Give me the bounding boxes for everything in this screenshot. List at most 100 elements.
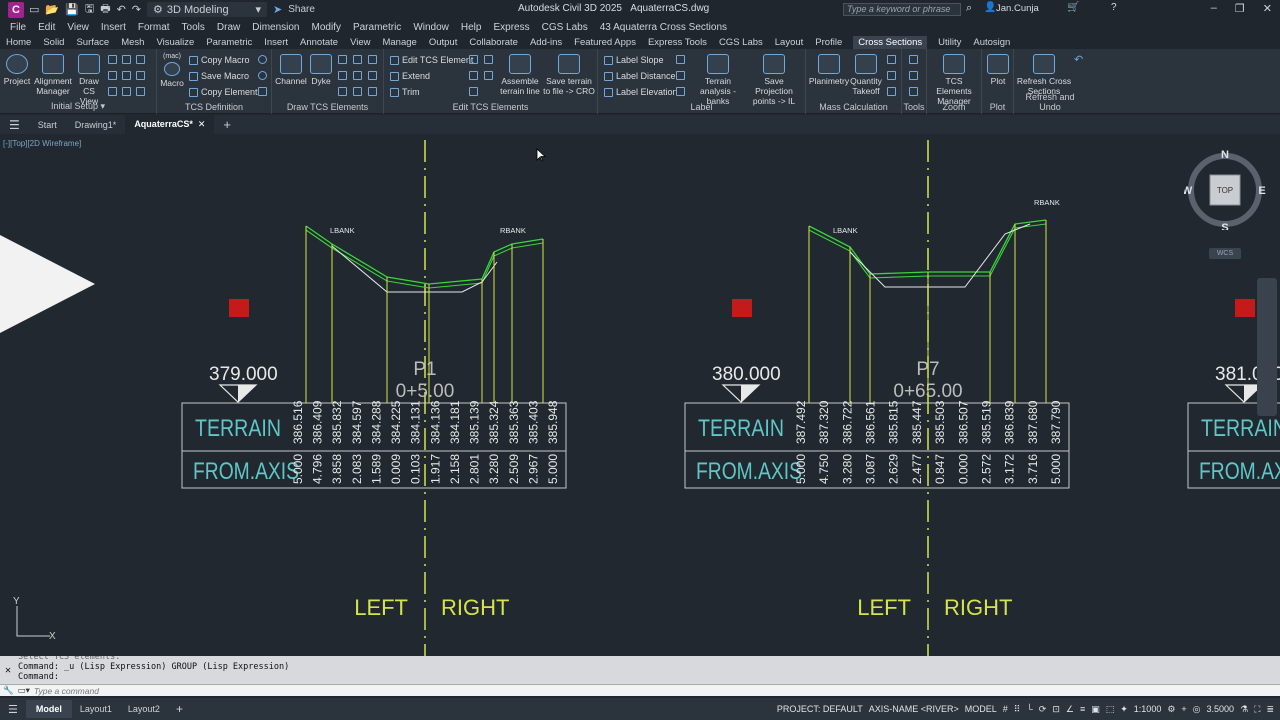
grid-icon[interactable] — [136, 71, 145, 80]
menu-item[interactable]: File — [10, 22, 26, 33]
tool-icon[interactable] — [909, 55, 918, 64]
transparency-icon[interactable]: ▣ — [1091, 704, 1100, 715]
tool-icon[interactable] — [469, 55, 478, 64]
menu-item[interactable]: Tools — [182, 22, 205, 33]
tool-icon[interactable] — [469, 71, 478, 80]
help-icon[interactable]: ? — [1111, 2, 1117, 13]
restore-icon[interactable]: ❐ — [1235, 2, 1245, 15]
menu-item[interactable]: View — [67, 22, 89, 33]
ribbon-tab[interactable]: CGS Labs — [718, 37, 764, 48]
drawing-canvas[interactable]: TERRAIN FROM.AXIS 379.000 P1 0+5.00 386.516 5.… — [0, 134, 1280, 656]
share-button[interactable]: Share — [288, 4, 315, 15]
close-icon[interactable]: ✕ — [198, 119, 206, 129]
ribbon-tab[interactable]: Layout — [774, 37, 805, 48]
tab-model[interactable]: Model — [25, 700, 72, 718]
drawing-svg[interactable]: TERRAIN FROM.AXIS 379.000 P10+5.00 386.516 5.… — [0, 134, 1280, 656]
workspace-selector[interactable]: ⚙ 3D Modeling ▾ — [147, 2, 268, 17]
save-projection-button[interactable]: Save Projection points -> IL — [746, 54, 802, 106]
ribbon-tab[interactable]: Collaborate — [468, 37, 519, 48]
plot-button[interactable]: Plot — [985, 54, 1011, 86]
menu-item[interactable]: Express — [493, 22, 529, 33]
wrench-icon[interactable]: 🔧 — [3, 685, 14, 696]
ortho-icon[interactable]: └ — [1026, 704, 1032, 714]
tool-icon[interactable] — [909, 71, 918, 80]
grid-icon[interactable] — [338, 71, 347, 80]
grid-icon[interactable] — [136, 87, 145, 96]
viewcube[interactable]: TOP N S W E — [1184, 148, 1266, 230]
undo-icon[interactable]: ↶ — [117, 3, 126, 16]
app-logo[interactable]: C — [8, 1, 24, 18]
ribbon-tab[interactable]: Add-ins — [529, 37, 563, 48]
ribbon-tab[interactable]: Solid — [42, 37, 65, 48]
cart-icon[interactable]: 🛒 — [1067, 2, 1079, 13]
grid-icon[interactable]: # — [1003, 704, 1008, 714]
extend-button[interactable]: Extend — [390, 71, 430, 81]
model-space-button[interactable]: MODEL — [965, 704, 997, 714]
copy-element-button[interactable]: Copy Element — [189, 87, 258, 97]
tool-icon[interactable] — [676, 55, 685, 64]
units-value[interactable]: 3.5000 — [1207, 704, 1235, 714]
hardware-icon[interactable]: ⚗ — [1240, 704, 1248, 715]
grid-icon[interactable] — [353, 71, 362, 80]
new-tab-icon[interactable]: + — [214, 117, 240, 132]
tab-aquaterracs[interactable]: AquaterraCS* ✕ — [125, 115, 215, 134]
grid-icon[interactable] — [368, 87, 377, 96]
tool-icon[interactable] — [469, 87, 478, 96]
circle-icon[interactable] — [258, 71, 267, 80]
save-icon[interactable]: 💾 — [65, 3, 79, 16]
tab-layout1[interactable]: Layout1 — [72, 704, 120, 714]
menu-item[interactable]: Edit — [38, 22, 55, 33]
gear-icon[interactable]: ⚙ — [1167, 704, 1175, 715]
tab-layout2[interactable]: Layout2 — [120, 704, 168, 714]
minimize-icon[interactable]: – — [1211, 2, 1217, 15]
tcs-elements-manager-button[interactable]: TCS Elements Manager — [929, 54, 979, 106]
grid-icon[interactable] — [108, 71, 117, 80]
selection-cycling-icon[interactable]: ⬚ — [1106, 704, 1115, 715]
label-slope-button[interactable]: Label Slope — [604, 55, 664, 65]
grid-icon[interactable] — [368, 55, 377, 64]
assemble-terrain-button[interactable]: Assemble terrain line — [498, 54, 542, 96]
menu-item[interactable]: Help — [461, 22, 482, 33]
menu-item[interactable]: Modify — [312, 22, 341, 33]
tool-icon[interactable] — [909, 87, 918, 96]
ribbon-tab[interactable]: Visualize — [155, 37, 195, 48]
command-input[interactable]: Type a command — [34, 686, 99, 696]
quantity-takeoff-button[interactable]: Quantity Takeoff — [848, 54, 884, 96]
ribbon-tab[interactable]: Parametric — [205, 37, 253, 48]
grid-icon[interactable] — [122, 87, 131, 96]
menu-item[interactable]: Parametric — [353, 22, 401, 33]
project-button[interactable]: Project — [3, 54, 31, 86]
channel-button[interactable]: Channel — [275, 54, 307, 86]
macro-button[interactable]: (mac) Macro — [159, 52, 185, 88]
ribbon-tab[interactable]: Utility — [937, 37, 962, 48]
planimetry-button[interactable]: Planimetry — [808, 54, 850, 86]
grid-icon[interactable] — [353, 87, 362, 96]
grid-icon[interactable] — [338, 55, 347, 64]
ribbon-tab[interactable]: Cross Sections — [853, 35, 928, 49]
tool-icon[interactable] — [676, 87, 685, 96]
circle-icon[interactable] — [258, 55, 267, 64]
lineweight-icon[interactable]: ≡ — [1080, 704, 1085, 714]
ribbon-tab[interactable]: Insert — [263, 37, 289, 48]
save-terrain-button[interactable]: Save terrain to file -> CRO — [543, 54, 595, 96]
annotation-icon[interactable]: ✦ — [1120, 704, 1128, 715]
ribbon-tab[interactable]: Autosign — [972, 37, 1011, 48]
ribbon-tab[interactable]: View — [349, 37, 371, 48]
command-history-icon[interactable]: ▭▾ — [18, 685, 30, 696]
ribbon-tab[interactable]: Mesh — [120, 37, 145, 48]
alignment-manager-button[interactable]: Alignment Manager — [33, 54, 73, 96]
viewport-label[interactable]: [-][Top][2D Wireframe] — [3, 139, 81, 148]
copy-macro-button[interactable]: Copy Macro — [189, 55, 250, 65]
edit-icon[interactable] — [258, 87, 267, 96]
menu-item[interactable]: Dimension — [252, 22, 299, 33]
compass-east[interactable]: E — [1258, 185, 1265, 197]
redo-icon[interactable]: ↷ — [132, 3, 141, 16]
ribbon-tab[interactable]: Profile — [814, 37, 843, 48]
menu-item[interactable]: CGS Labs — [542, 22, 588, 33]
tool-icon[interactable] — [887, 87, 896, 96]
grid-icon[interactable] — [122, 55, 131, 64]
user-name[interactable]: Jan.Cunja — [996, 3, 1039, 14]
ribbon-tab[interactable]: Output — [428, 37, 459, 48]
hamburger-icon[interactable]: ☰ — [0, 703, 26, 716]
dyke-button[interactable]: Dyke — [308, 54, 334, 86]
